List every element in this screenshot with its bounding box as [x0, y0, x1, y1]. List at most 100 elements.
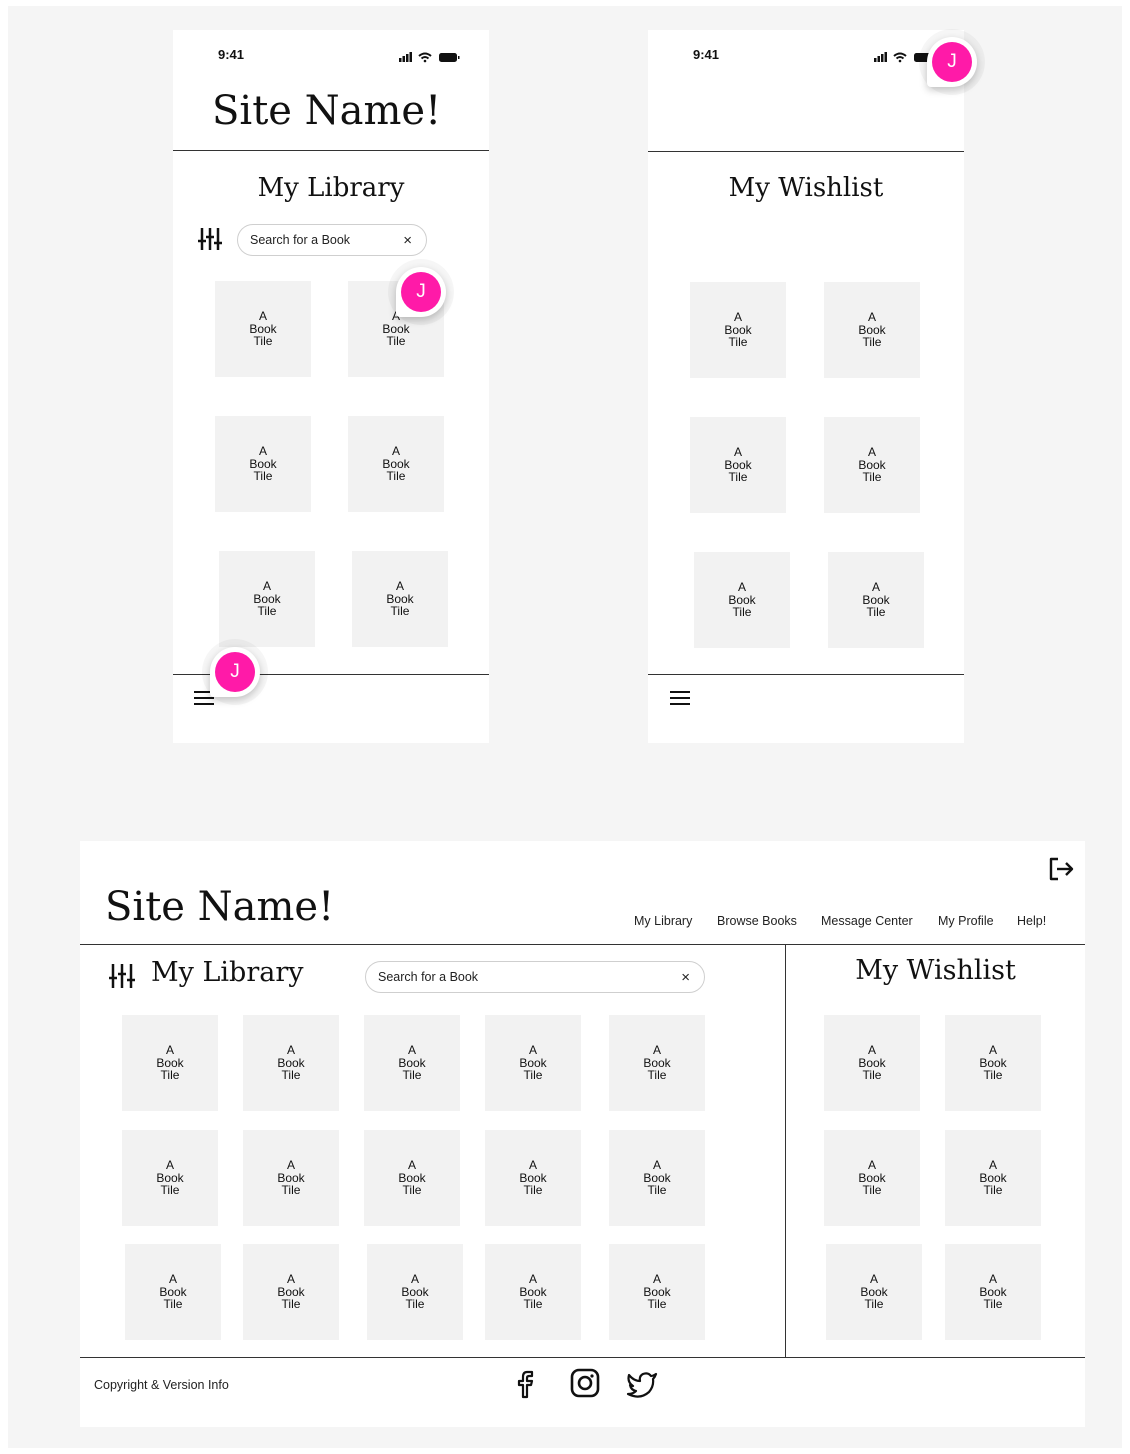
book-tile-label: A Book Tile	[979, 1272, 1007, 1312]
nav-browse-books[interactable]: Browse Books	[717, 914, 797, 928]
book-tile[interactable]: A Book Tile	[694, 552, 790, 648]
book-tile[interactable]: A Book Tile	[609, 1130, 705, 1226]
book-tile[interactable]: A Book Tile	[485, 1130, 581, 1226]
wishlist-tile[interactable]: A Book Tile	[824, 1130, 920, 1226]
book-tile-label: A Book Tile	[519, 1158, 547, 1198]
book-tile-label: A Book Tile	[979, 1043, 1007, 1083]
menu-icon[interactable]	[670, 691, 690, 706]
wishlist-tile[interactable]: A Book Tile	[945, 1244, 1041, 1340]
nav-my-profile[interactable]: My Profile	[938, 914, 994, 928]
clear-search-icon[interactable]: ×	[403, 233, 412, 248]
book-tile-label: A Book Tile	[858, 310, 886, 350]
book-tile-label: A Book Tile	[519, 1043, 547, 1083]
book-tile[interactable]: A Book Tile	[122, 1015, 218, 1111]
wishlist-tile[interactable]: A Book Tile	[824, 1015, 920, 1111]
avatar[interactable]: J	[401, 272, 441, 312]
search-placeholder: Search for a Book	[378, 970, 479, 984]
book-tile-label: A Book Tile	[724, 310, 752, 350]
book-tile[interactable]: A Book Tile	[243, 1130, 339, 1226]
wishlist-tile[interactable]: A Book Tile	[945, 1015, 1041, 1111]
book-tile[interactable]: A Book Tile	[609, 1244, 705, 1340]
filter-icon[interactable]	[198, 228, 222, 250]
book-tile[interactable]: A Book Tile	[348, 416, 444, 512]
section-title: My Wishlist	[728, 173, 884, 203]
search-input[interactable]: Search for a Book ×	[365, 961, 705, 993]
book-tile[interactable]: A Book Tile	[243, 1015, 339, 1111]
search-input[interactable]: Search for a Book ×	[237, 224, 427, 256]
book-tile[interactable]: A Book Tile	[609, 1015, 705, 1111]
logout-icon[interactable]	[1047, 855, 1075, 883]
avatar[interactable]: J	[215, 652, 255, 692]
book-tile[interactable]: A Book Tile	[364, 1015, 460, 1111]
book-tile[interactable]: A Book Tile	[215, 416, 311, 512]
book-tile-label: A Book Tile	[382, 444, 410, 484]
book-tile-label: A Book Tile	[386, 579, 414, 619]
site-name: Site Name!	[105, 884, 335, 930]
status-icons	[399, 50, 461, 63]
book-tile-label: A Book Tile	[249, 309, 277, 349]
clear-search-icon[interactable]: ×	[681, 970, 690, 985]
mobile-wishlist-frame: 9:41 My Wishlist A Book Tile A Book Tile A Bo…	[648, 30, 964, 743]
book-tile-label: A Book Tile	[277, 1043, 305, 1083]
instagram-icon[interactable]	[570, 1368, 600, 1398]
comment-marker[interactable]: J	[388, 259, 454, 325]
wishlist-tile[interactable]: A Book Tile	[826, 1244, 922, 1340]
comment-marker[interactable]: J	[202, 639, 268, 705]
book-tile-label: A Book Tile	[858, 445, 886, 485]
book-tile[interactable]: A Book Tile	[243, 1244, 339, 1340]
book-tile-label: A Book Tile	[398, 1158, 426, 1198]
book-tile-label: A Book Tile	[858, 1043, 886, 1083]
book-tile-label: A Book Tile	[249, 444, 277, 484]
nav-help[interactable]: Help!	[1017, 914, 1046, 928]
footer-divider	[80, 1357, 1085, 1358]
book-tile-label: A Book Tile	[858, 1158, 886, 1198]
signal-wifi-battery-icon	[399, 52, 460, 63]
header-divider	[80, 944, 1085, 945]
book-tile[interactable]: A Book Tile	[824, 282, 920, 378]
book-tile[interactable]: A Book Tile	[824, 417, 920, 513]
book-tile[interactable]: A Book Tile	[828, 552, 924, 648]
avatar[interactable]: J	[932, 42, 972, 82]
twitter-icon[interactable]	[626, 1370, 658, 1398]
copyright-text: Copyright & Version Info	[94, 1378, 229, 1392]
book-tile[interactable]: A Book Tile	[219, 551, 315, 647]
nav-message-center[interactable]: Message Center	[821, 914, 913, 928]
book-tile-label: A Book Tile	[643, 1043, 671, 1083]
book-tile[interactable]: A Book Tile	[122, 1130, 218, 1226]
site-name: Site Name!	[212, 88, 442, 134]
book-tile-label: A Book Tile	[728, 580, 756, 620]
book-tile-label: A Book Tile	[277, 1272, 305, 1312]
book-tile[interactable]: A Book Tile	[485, 1244, 581, 1340]
book-tile-label: A Book Tile	[860, 1272, 888, 1312]
comment-pin: J	[210, 647, 260, 697]
wishlist-title: My Wishlist	[855, 955, 1016, 986]
book-tile[interactable]: A Book Tile	[364, 1130, 460, 1226]
book-tile-label: A Book Tile	[519, 1272, 547, 1312]
facebook-icon[interactable]	[516, 1369, 538, 1399]
filter-icon[interactable]	[109, 964, 135, 988]
book-tile[interactable]: A Book Tile	[367, 1244, 463, 1340]
mobile-library-frame: 9:41 Site Name! My Library Search for a …	[173, 30, 489, 743]
nav-my-library[interactable]: My Library	[634, 914, 692, 928]
header-divider	[173, 150, 489, 151]
book-tile[interactable]: A Book Tile	[690, 282, 786, 378]
book-tile[interactable]: A Book Tile	[485, 1015, 581, 1111]
book-tile[interactable]: A Book Tile	[125, 1244, 221, 1340]
desktop-frame: Site Name! My Library Browse Books Messa…	[80, 841, 1085, 1427]
book-tile-label: A Book Tile	[643, 1272, 671, 1312]
wishlist-tile[interactable]: A Book Tile	[945, 1130, 1041, 1226]
panel-divider	[785, 945, 786, 1357]
book-tile-label: A Book Tile	[159, 1272, 187, 1312]
book-tile-label: A Book Tile	[156, 1158, 184, 1198]
book-tile-label: A Book Tile	[643, 1158, 671, 1198]
comment-pin: J	[396, 267, 446, 317]
book-tile[interactable]: A Book Tile	[215, 281, 311, 377]
book-tile[interactable]: A Book Tile	[352, 551, 448, 647]
book-tile-label: A Book Tile	[979, 1158, 1007, 1198]
status-time: 9:41	[693, 47, 720, 62]
library-title: My Library	[151, 957, 304, 988]
book-tile-label: A Book Tile	[862, 580, 890, 620]
comment-pin: J	[927, 37, 977, 87]
book-tile[interactable]: A Book Tile	[690, 417, 786, 513]
comment-marker[interactable]: J	[919, 29, 985, 95]
